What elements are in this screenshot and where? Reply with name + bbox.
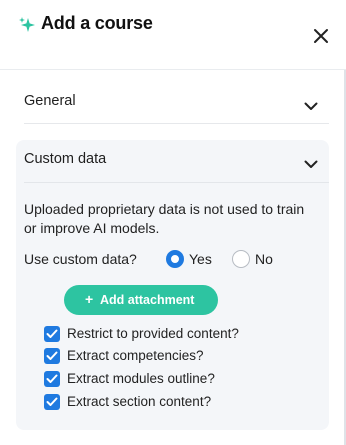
dialog-title: Add a course	[41, 13, 153, 33]
radio-yes-label[interactable]: Yes	[189, 251, 212, 267]
plus-icon: +	[85, 291, 94, 307]
checkbox-label: Extract section content?	[67, 394, 212, 409]
checkbox-checked-icon[interactable]	[44, 371, 60, 387]
checkbox-label: Restrict to provided content?	[67, 326, 239, 341]
custom-data-panel: Custom data Uploaded proprietary data is…	[16, 140, 329, 430]
section-divider	[24, 123, 329, 124]
use-custom-data-question: Use custom data?	[24, 251, 137, 267]
checkbox-restrict-content[interactable]: Restrict to provided content?	[44, 326, 314, 344]
radio-no-label[interactable]: No	[255, 251, 273, 267]
sparkle-icon	[19, 17, 35, 32]
checkbox-checked-icon[interactable]	[44, 348, 60, 364]
dialog-header: Add a course	[0, 0, 346, 70]
add-attachment-button[interactable]: + Add attachment	[64, 285, 218, 315]
close-icon[interactable]	[312, 27, 330, 45]
panel-divider	[24, 182, 329, 183]
checkbox-checked-icon[interactable]	[44, 394, 60, 410]
checkbox-extract-section-content[interactable]: Extract section content?	[44, 394, 314, 412]
radio-no[interactable]	[232, 250, 250, 268]
checkbox-label: Extract modules outline?	[67, 371, 215, 386]
radio-yes[interactable]	[166, 250, 184, 268]
section-general-toggle[interactable]: General	[16, 80, 329, 124]
section-custom-data-label: Custom data	[24, 151, 107, 167]
checkbox-extract-modules-outline[interactable]: Extract modules outline?	[44, 371, 314, 389]
checkbox-checked-icon[interactable]	[44, 326, 60, 342]
section-custom-data-toggle[interactable]: Custom data	[16, 140, 329, 182]
chevron-down-icon	[304, 102, 318, 110]
section-general-label: General	[24, 93, 76, 109]
add-attachment-label: Add attachment	[100, 293, 195, 307]
chevron-down-icon	[304, 160, 318, 168]
custom-data-description: Uploaded proprietary data is not used to…	[24, 201, 305, 236]
checkbox-label: Extract competencies?	[67, 348, 204, 363]
header-divider	[0, 69, 346, 70]
checkbox-extract-competencies[interactable]: Extract competencies?	[44, 348, 314, 366]
